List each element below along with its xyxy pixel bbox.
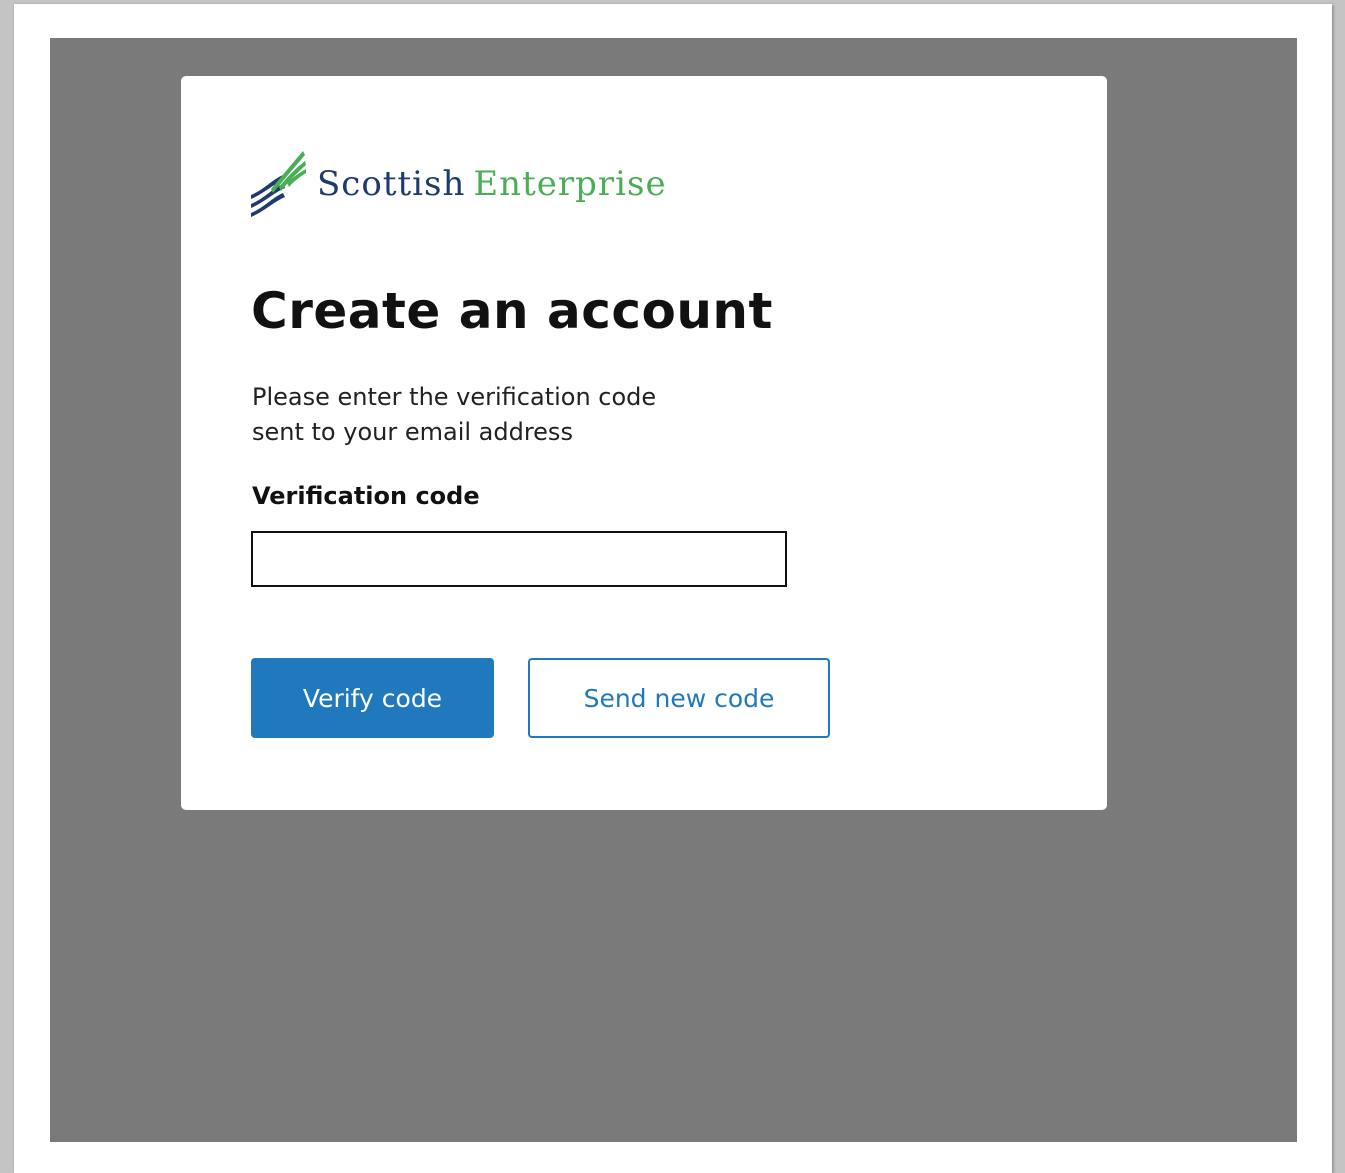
logo-text-scottish: Scottish [317,164,466,204]
verification-code-label: Verification code [252,482,480,510]
verification-dialog: Scottish Enterprise Create an account Pl… [181,76,1107,810]
page-frame: Scottish Enterprise Create an account Pl… [14,4,1332,1173]
logo-text-enterprise: Enterprise [473,164,667,204]
send-new-code-button[interactable]: Send new code [528,658,830,738]
instructions-line-1: Please enter the verification code [252,383,657,411]
scottish-enterprise-logo: Scottish Enterprise [251,146,667,222]
instructions-text: Please enter the verification code sent … [252,380,732,450]
modal-backdrop: Scottish Enterprise Create an account Pl… [50,38,1297,1142]
instructions-line-2: sent to your email address [252,418,573,446]
verify-code-button[interactable]: Verify code [251,658,494,738]
logo-wave-icon [251,151,306,217]
verification-code-input[interactable] [251,531,787,587]
page-title: Create an account [251,282,773,340]
